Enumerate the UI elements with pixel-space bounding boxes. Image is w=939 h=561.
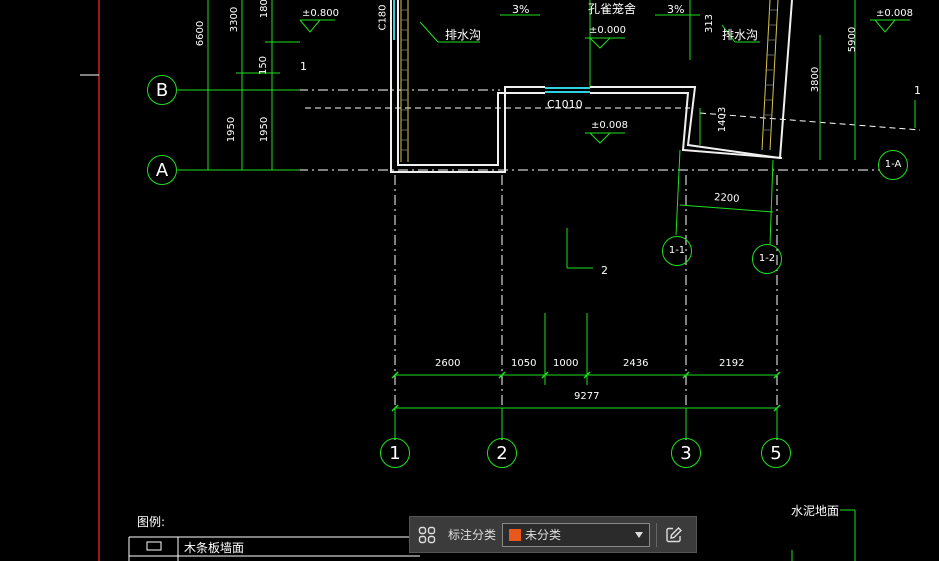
dim-text: 2600: [435, 358, 461, 369]
dim-text: 1800: [259, 0, 271, 19]
axis-bubble-3[interactable]: 3: [671, 438, 701, 468]
elevation-label: ±0.800: [302, 8, 340, 19]
window-c1010-glass: [545, 87, 590, 93]
grid-icon[interactable]: [410, 517, 444, 552]
category-select[interactable]: 未分类: [502, 522, 651, 547]
section-mark: 2: [601, 264, 608, 277]
chevron-down-icon: [635, 531, 644, 538]
window-label: C180: [377, 4, 389, 31]
elevation-label: ±0.008: [876, 8, 914, 19]
axis-bubble-1-a[interactable]: 1-A: [878, 150, 908, 180]
legend-item: 木条板墙面: [184, 541, 245, 555]
edit-icon[interactable]: [657, 517, 691, 552]
material-label: 水泥地面: [791, 504, 840, 518]
dim-text: 1000: [553, 358, 579, 369]
dim-text: 9277: [574, 391, 600, 402]
dim-text: 1950: [226, 116, 238, 143]
category-color-swatch: [509, 528, 522, 541]
slope-label: 3%: [512, 3, 530, 16]
dim-text: 3800: [810, 66, 822, 93]
elevation-label: ±0.008: [591, 120, 629, 131]
section-mark: 1: [300, 60, 307, 73]
legend-table: [128, 536, 420, 561]
axis-bubble-1-2[interactable]: 1-2: [752, 244, 782, 274]
axis-bubble-5[interactable]: 5: [761, 438, 791, 468]
axis-bubble-a[interactable]: A: [147, 155, 177, 185]
dim-text: 2192: [719, 358, 745, 369]
wall-hatch-right: [761, 0, 779, 151]
dim-text: 1950: [259, 116, 271, 143]
section-line-right: [699, 112, 921, 131]
drain-label: 排水沟: [445, 28, 482, 42]
dim-text: 6600: [195, 20, 207, 47]
window-label: C1010: [547, 98, 583, 111]
dim-text: 150: [258, 55, 270, 76]
dim-text: 2200: [713, 192, 740, 205]
axis-bubble-2[interactable]: 2: [487, 438, 517, 468]
axis-bubble-b[interactable]: B: [147, 75, 177, 105]
legend-title: 图例:: [137, 515, 166, 529]
elevation-label: ±0.000: [589, 25, 627, 36]
dim-text: 1050: [511, 358, 537, 369]
annotation-toolbar: 标注分类 未分类: [409, 516, 697, 553]
cad-drawing-canvas[interactable]: [0, 0, 939, 561]
axis-bubble-1-1[interactable]: 1-1: [662, 236, 692, 266]
dim-text: 2436: [623, 358, 649, 369]
annotation-category-label: 标注分类: [448, 528, 497, 542]
slope-label: 3%: [667, 3, 685, 16]
dim-text: 5900: [847, 26, 859, 53]
dimension-lines: [300, 0, 916, 561]
wall-hatch-left: [400, 0, 409, 162]
dim-text: 1403: [717, 106, 729, 133]
dim-text: 313: [704, 13, 716, 34]
drain-label: 排水沟: [722, 28, 759, 42]
room-label: 孔雀笼舍: [588, 2, 637, 16]
dim-text: 3300: [229, 6, 241, 33]
left-dim-lines: [202, 0, 300, 171]
axis-bubble-1[interactable]: 1: [380, 438, 410, 468]
category-selected-value: 未分类: [525, 528, 562, 542]
section-mark: 1: [914, 84, 921, 97]
